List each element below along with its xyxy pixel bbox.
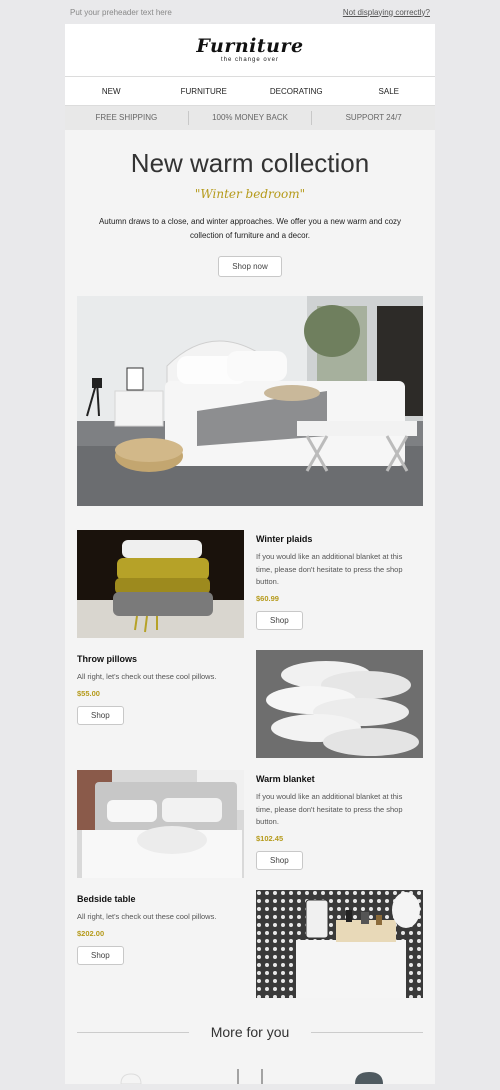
preheader-bar: Put your preheader text here Not display…	[0, 0, 500, 24]
product-description: If you would like an additional blanket …	[256, 552, 403, 586]
product-description: All right, let's check out these cool pi…	[77, 912, 217, 921]
benefit-free-shipping: FREE SHIPPING	[65, 111, 189, 125]
pillows-photo	[256, 650, 423, 758]
product-card-winter-plaids: Winter plaids If you would like an addit…	[77, 530, 423, 638]
product-price: $202.00	[77, 928, 105, 938]
plaids-photo	[77, 530, 244, 638]
product-description: All right, let's check out these cool pi…	[77, 672, 217, 681]
product-price: $102.45	[256, 833, 284, 843]
hero-text: Autumn draws to a close, and winter appr…	[98, 217, 402, 240]
product-image-throw-pillows[interactable]	[256, 650, 423, 758]
shop-button-bedside-table[interactable]: Shop	[77, 945, 124, 965]
preheader-text: Put your preheader text here	[70, 7, 172, 17]
rack-thumbnail[interactable]	[220, 1064, 280, 1084]
more-products-row	[77, 1064, 423, 1084]
email-body: Furniture the change over NEW FURNITURE …	[65, 24, 435, 1084]
product-image-winter-plaids[interactable]	[77, 530, 244, 638]
product-image-warm-blanket[interactable]	[77, 770, 244, 878]
divider-left	[77, 1031, 189, 1033]
more-for-you-heading: More for you	[77, 1024, 423, 1040]
main-nav: NEW FURNITURE DECORATING SALE	[65, 77, 435, 106]
header: Furniture the change over	[65, 24, 435, 77]
product-card-bedside-table: Bedside table All right, let's check out…	[77, 890, 423, 998]
product-price: $60.99	[256, 593, 279, 603]
pendant-lamp-thumbnail[interactable]	[349, 1064, 389, 1084]
product-title: Warm blanket	[256, 774, 315, 784]
view-in-browser-link[interactable]: Not displaying correctly?	[343, 8, 430, 17]
shop-button-warm-blanket[interactable]: Shop	[256, 850, 303, 870]
nav-item-decorating[interactable]: DECORATING	[250, 87, 343, 96]
benefit-support: SUPPORT 24/7	[345, 113, 402, 122]
benefit-money-back: 100% MONEY BACK	[189, 111, 313, 125]
logo-tagline: the change over	[220, 57, 280, 63]
hero-title: New warm collection	[130, 148, 370, 178]
blanket-photo	[77, 770, 244, 878]
shop-button-winter-plaids[interactable]: Shop	[256, 610, 303, 630]
product-card-warm-blanket: Warm blanket If you would like an additi…	[77, 770, 423, 878]
bedroom-photo	[77, 296, 423, 506]
benefits-bar: FREE SHIPPING 100% MONEY BACK SUPPORT 24…	[65, 106, 435, 130]
more-for-you-title: More for you	[210, 1024, 290, 1040]
bedside-table-photo	[256, 890, 423, 998]
divider-right	[311, 1031, 423, 1033]
product-image-bedside-table[interactable]	[256, 890, 423, 998]
hero-subtitle: "Winter bedroom"	[194, 187, 306, 201]
nav-item-new[interactable]: NEW	[65, 87, 158, 96]
shop-now-button[interactable]: Shop now	[218, 256, 282, 277]
logo[interactable]: Furniture	[196, 37, 303, 56]
nav-item-sale[interactable]: SALE	[343, 87, 436, 96]
hero-bedroom-image[interactable]	[77, 296, 423, 506]
product-title: Winter plaids	[256, 534, 313, 544]
nav-item-furniture[interactable]: FURNITURE	[158, 87, 251, 96]
product-title: Bedside table	[77, 894, 136, 904]
lamp-thumbnail[interactable]	[111, 1064, 151, 1084]
shop-button-throw-pillows[interactable]: Shop	[77, 705, 124, 725]
product-description: If you would like an additional blanket …	[256, 792, 403, 826]
product-title: Throw pillows	[77, 654, 137, 664]
hero-section: New warm collection "Winter bedroom" Aut…	[65, 130, 435, 277]
product-price: $55.00	[77, 688, 100, 698]
product-card-throw-pillows: Throw pillows All right, let's check out…	[77, 650, 423, 758]
